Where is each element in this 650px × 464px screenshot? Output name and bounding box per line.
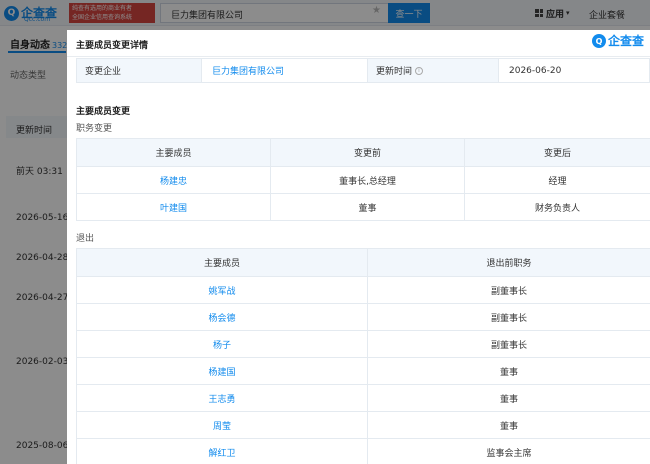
company-link[interactable]: 巨力集团有限公司 xyxy=(202,59,368,82)
table-row: 周莹 董事 xyxy=(76,411,650,439)
position-change-subtitle: 职务变更 xyxy=(76,124,113,134)
column-header: 变更后 xyxy=(464,138,650,167)
position-change-table: 主要成员 变更前 变更后 杨建忠 董事长,总经理 经理 叶建国 董事 财务负责人 xyxy=(76,138,650,221)
exit-position: 副董事长 xyxy=(367,303,650,331)
exit-position: 董事 xyxy=(367,384,650,412)
table-row: 王志勇 董事 xyxy=(76,384,650,412)
exit-subtitle: 退出 xyxy=(76,234,95,244)
table-row: 杨建国 董事 xyxy=(76,357,650,385)
update-time-label-text: 更新时间 xyxy=(376,67,413,77)
table-row: 叶建国 董事 财务负责人 xyxy=(76,193,650,221)
position-after: 经理 xyxy=(464,166,650,194)
column-header: 变更前 xyxy=(270,138,465,167)
position-after: 财务负责人 xyxy=(464,193,650,221)
exit-position: 副董事长 xyxy=(367,276,650,304)
section-title: 主要成员变更 xyxy=(76,107,131,117)
table-row: 姚军战 副董事长 xyxy=(76,276,650,304)
company-label: 变更企业 xyxy=(77,59,202,82)
info-row: 变更企业 巨力集团有限公司 更新时间 i 2026-06-20 xyxy=(76,58,650,83)
member-link[interactable]: 杨建国 xyxy=(76,357,368,385)
exit-position: 董事 xyxy=(367,411,650,439)
table-row: 杨建忠 董事长,总经理 经理 xyxy=(76,166,650,194)
member-link[interactable]: 王志勇 xyxy=(76,384,368,412)
logo-mark-icon: Q xyxy=(591,34,606,48)
modal-logo: Q 企查查 xyxy=(591,34,644,48)
member-link[interactable]: 杨建忠 xyxy=(76,166,271,194)
update-time-value: 2026-06-20 xyxy=(509,65,562,76)
member-link[interactable]: 姚军战 xyxy=(76,276,368,304)
exit-position: 副董事长 xyxy=(367,330,650,358)
member-link[interactable]: 周莹 xyxy=(76,411,368,439)
member-link[interactable]: 杨会德 xyxy=(76,303,368,331)
position-before: 董事 xyxy=(270,193,465,221)
modal-logo-text: 企查查 xyxy=(607,34,644,48)
member-link[interactable]: 杨子 xyxy=(76,330,368,358)
exit-position: 监事会主席 xyxy=(367,438,650,464)
info-icon[interactable]: i xyxy=(415,66,424,75)
exit-table: 主要成员 退出前职务 姚军战 副董事长 杨会德 副董事长 杨子 副董事长 杨建国… xyxy=(76,248,650,464)
position-before: 董事长,总经理 xyxy=(270,166,465,194)
modal-divider xyxy=(67,56,650,57)
member-link[interactable]: 解红卫 xyxy=(76,438,368,464)
member-change-modal: 主要成员变更详情 Q 企查查 变更企业 巨力集团有限公司 更新时间 i 2026… xyxy=(67,30,650,464)
member-link[interactable]: 叶建国 xyxy=(76,193,271,221)
column-header: 主要成员 xyxy=(76,248,368,277)
table-row: 杨会德 副董事长 xyxy=(76,303,650,331)
table-row: 解红卫 监事会主席 xyxy=(76,438,650,464)
update-time-label: 更新时间 i xyxy=(368,59,499,82)
column-header: 主要成员 xyxy=(76,138,271,167)
exit-position: 董事 xyxy=(367,357,650,385)
table-row: 杨子 副董事长 xyxy=(76,330,650,358)
modal-title: 主要成员变更详情 xyxy=(76,41,149,51)
column-header: 退出前职务 xyxy=(367,248,650,277)
